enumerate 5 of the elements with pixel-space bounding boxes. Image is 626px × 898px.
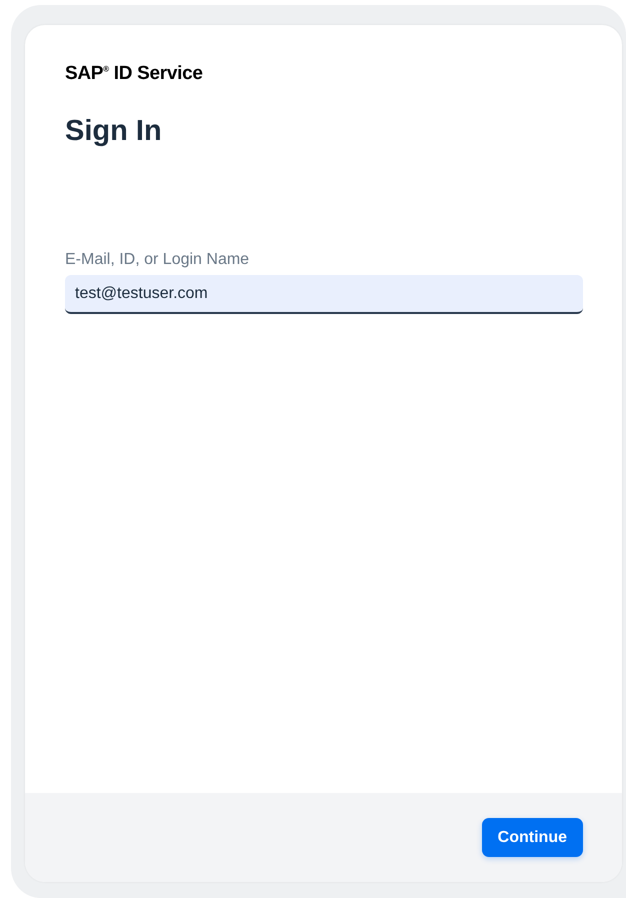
field-label: E-Mail, ID, or Login Name <box>65 251 250 269</box>
login-input-field[interactable]: test@testuser.com <box>65 275 583 314</box>
continue-button[interactable]: Continue <box>482 818 583 857</box>
brand-logo: SAP$^{®}$ ID Service <box>65 63 203 85</box>
page-title: Sign In <box>65 115 162 148</box>
